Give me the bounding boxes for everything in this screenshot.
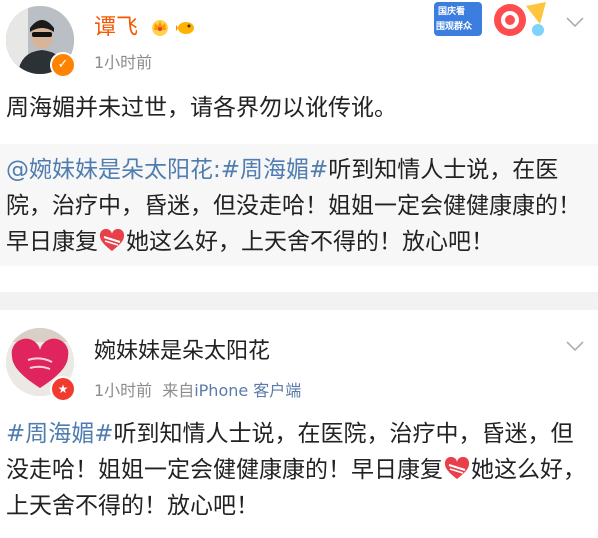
post-time: 1小时前 (94, 53, 153, 72)
username[interactable]: 婉妹妹是朵太阳花 (94, 338, 270, 366)
source-device[interactable]: iPhone 客户端 (194, 381, 301, 400)
heart-emoji-icon (99, 229, 125, 251)
post-text: #周海媚#听到知情人士说，在医院，治疗中，昏迷，但没走哈！姐姐一定会健健康康的！… (6, 416, 592, 524)
repost-body-2: 她这么好，上天舍不得的！放心吧！ (126, 229, 494, 255)
heart-emoji-icon (444, 457, 470, 479)
post-meta: 1小时前 来自iPhone 客户端 (94, 380, 301, 402)
username[interactable]: 谭飞 (94, 14, 138, 42)
banner-line-2: 围观群众 (436, 22, 473, 32)
repost-text: @婉妹妹是朵太阳花:#周海媚#听到知情人士说，在医院，治疗中，昏迷，但没走哈！姐… (6, 152, 592, 260)
source-prefix: 来自 (162, 381, 195, 400)
banner-line-1: 国庆看 (438, 7, 466, 17)
hashtag-link[interactable]: #周海媚# (221, 157, 329, 183)
fish-icon[interactable] (176, 17, 196, 37)
chevron-down-icon[interactable] (566, 16, 584, 28)
post-time: 1小时前 (94, 381, 153, 400)
post-separator (0, 292, 598, 310)
verified-icon: ★ (50, 376, 76, 402)
chevron-down-icon[interactable] (566, 340, 584, 352)
verified-icon: ✓ (50, 52, 76, 78)
post-text: 周海媚并未过世，请各界勿以讹传讹。 (6, 95, 397, 121)
crown-icon[interactable] (150, 17, 170, 37)
hashtag-link[interactable]: #周海媚# (6, 421, 114, 447)
activity-banner[interactable]: 国庆看 围观群众 (428, 0, 556, 42)
mention-link[interactable]: @婉妹妹是朵太阳花: (6, 157, 221, 183)
